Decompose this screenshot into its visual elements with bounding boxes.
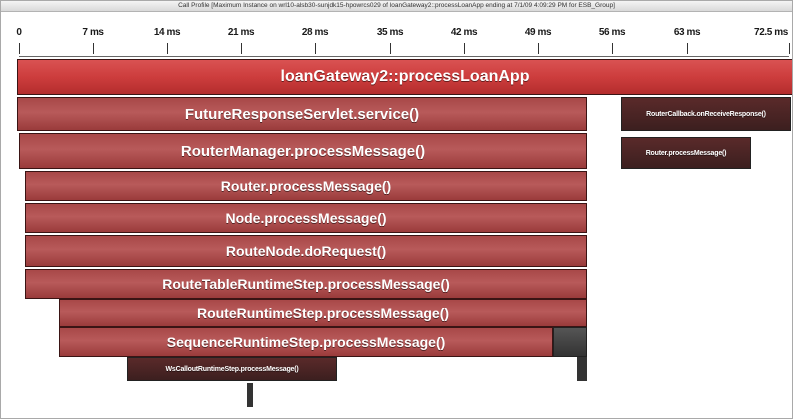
frame-route-table-step[interactable]: RouteTableRuntimeStep.processMessage() xyxy=(25,269,587,299)
axis-baseline xyxy=(19,56,789,57)
frame-router-process-small[interactable]: Router.processMessage() xyxy=(621,137,751,169)
tick-label-49: 49 ms xyxy=(524,27,552,38)
tick-mark xyxy=(789,43,790,54)
tick-mark xyxy=(315,43,316,54)
tick-label-42: 42 ms xyxy=(450,27,478,38)
tick-label-28: 28 ms xyxy=(301,27,329,38)
call-profile-panel: Call Profile [Maximum Instance on wrl10-… xyxy=(0,0,793,419)
tick-mark xyxy=(93,43,94,54)
frame-stub[interactable] xyxy=(577,357,587,381)
frame-stub[interactable] xyxy=(247,383,253,407)
frame-future-response-servlet[interactable]: FutureResponseServlet.service() xyxy=(17,97,587,131)
tick-mark xyxy=(612,43,613,54)
frame-sequence-runtime-step[interactable]: SequenceRuntimeStep.processMessage() xyxy=(59,327,553,357)
tick-label-72-5: 72.5 ms xyxy=(754,27,788,38)
frame-root-process-loan-app[interactable]: loanGateway2::processLoanApp xyxy=(17,59,792,95)
tick-mark xyxy=(241,43,242,54)
tick-label-14: 14 ms xyxy=(153,27,181,38)
tick-mark xyxy=(390,43,391,54)
frame-route-runtime-step[interactable]: RouteRuntimeStep.processMessage() xyxy=(59,299,587,327)
tick-label-35: 35 ms xyxy=(376,27,404,38)
frame-router-manager[interactable]: RouterManager.processMessage() xyxy=(19,133,587,169)
frame-node-process[interactable]: Node.processMessage() xyxy=(25,203,587,233)
tick-mark xyxy=(167,43,168,54)
tick-label-56: 56 ms xyxy=(598,27,626,38)
tick-mark xyxy=(538,43,539,54)
frame-route-node[interactable]: RouteNode.doRequest() xyxy=(25,235,587,267)
tick-mark xyxy=(19,43,20,54)
tick-label-0: 0 xyxy=(16,27,22,38)
frame-router-process[interactable]: Router.processMessage() xyxy=(25,171,587,201)
frame-sequence-tail[interactable] xyxy=(553,327,587,357)
window-title: Call Profile [Maximum Instance on wrl10-… xyxy=(1,1,792,12)
tick-mark xyxy=(687,43,688,54)
tick-mark xyxy=(464,43,465,54)
tick-label-63: 63 ms xyxy=(673,27,701,38)
tick-label-21: 21 ms xyxy=(227,27,255,38)
tick-label-7: 7 ms xyxy=(82,27,104,38)
time-axis: 0 7 ms 14 ms 21 ms 28 ms 35 ms 42 ms 49 … xyxy=(1,13,792,63)
frame-router-callback[interactable]: RouterCallback.onReceiveResponse() xyxy=(621,97,791,131)
frame-ws-callout-step[interactable]: WsCalloutRuntimeStep.processMessage() xyxy=(127,357,337,381)
